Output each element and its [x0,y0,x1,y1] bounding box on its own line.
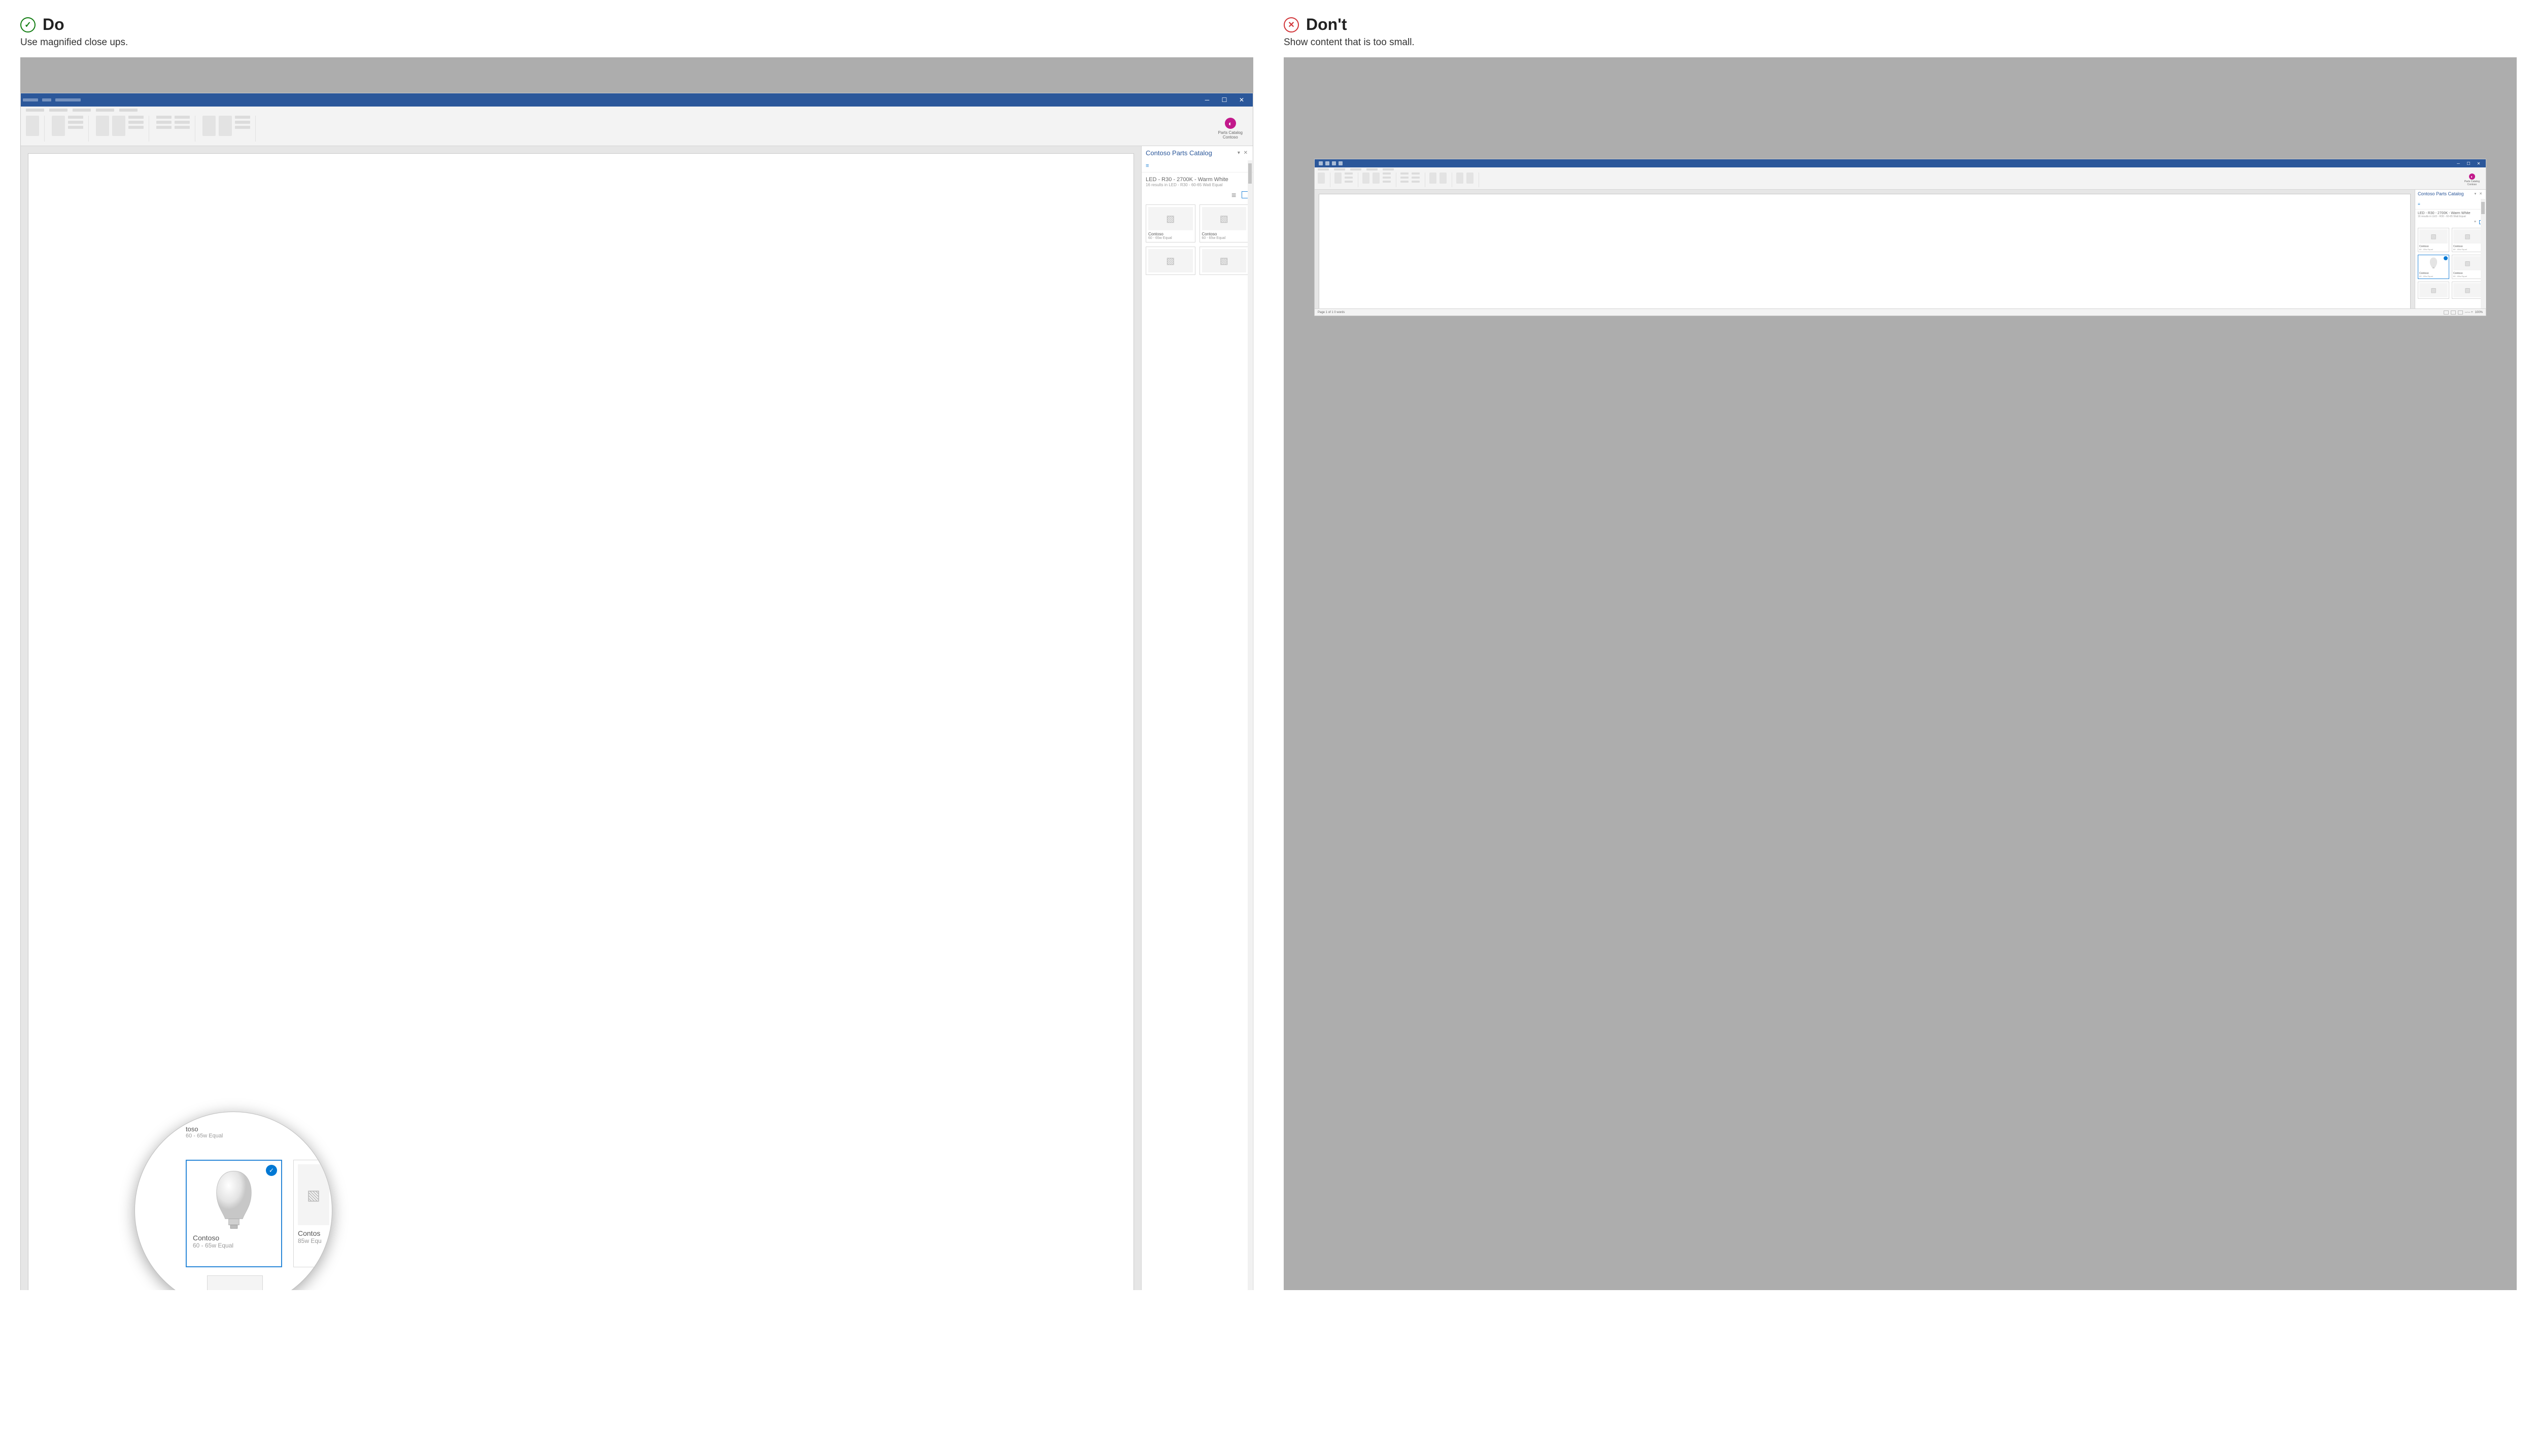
window-controls[interactable]: ─ ☐ ✕ [2455,161,2484,166]
image-placeholder-icon: ▧ [1202,249,1247,272]
minimize-icon[interactable]: ─ [2455,161,2461,166]
product-card[interactable]: ▧ [2452,282,2483,299]
undo-icon[interactable] [1332,161,1336,165]
search-query: LED - R30 - 2700K - Warm White [2418,212,2483,215]
task-pane: Contoso Parts Catalog ▾ ✕ ≡ LED - R30 - … [1141,146,1253,1290]
close-icon[interactable]: ✕ [2476,161,2482,166]
minimize-icon[interactable]: ─ [1202,96,1212,103]
hamburger-icon[interactable]: ≡ [1146,163,1149,169]
addin-vendor: Contoso [1218,135,1243,140]
product-card-partial [207,1275,263,1290]
search-summary: LED - R30 - 2700K - Warm White 16 result… [2415,210,2486,220]
pane-controls[interactable]: ▾ ✕ [1238,150,1249,156]
product-card[interactable]: ▧Contoso60 - 65w Equal [1146,204,1195,242]
zoom-slider[interactable]: ─◦─ + [2465,311,2473,314]
do-title: Do [43,15,64,34]
search-summary: LED - R30 - 2700K - Warm White 16 result… [1142,172,1253,191]
product-card[interactable]: ▧ [1146,247,1195,275]
scrollbar[interactable] [1248,160,1252,1290]
dont-title: Don't [1306,15,1347,34]
titlebar: ─ ☐ ✕ [1315,159,2486,167]
view-mode-icon[interactable] [2444,310,2449,315]
image-placeholder-icon: ▧ [2453,256,2482,270]
maximize-icon[interactable]: ☐ [2465,161,2472,166]
cross-icon: ✕ [1284,17,1299,32]
document-area[interactable] [21,146,1141,1290]
search-query: LED - R30 - 2700K - Warm White [1146,177,1249,183]
product-card[interactable]: ▧ [1199,247,1249,275]
dont-subtitle: Show content that is too small. [1284,37,2517,48]
search-results-count: 16 results in LED - R30 - 60-65 Watt Equ… [1146,183,1249,187]
status-left: Page 1 of 1 0 words [1318,311,1345,314]
product-card-partial: toso 60 - 65w Equal [186,1125,223,1139]
addin-ribbon-button[interactable]: ◐ Parts Catalog Contoso [2461,172,2483,187]
do-example-stage: ─ ☐ ✕ [20,57,1253,1290]
scrollbar[interactable] [2481,199,2485,311]
product-spec: 60 - 65w Equal [193,1242,275,1249]
checkmark-icon: ✓ [20,17,36,32]
word-window: ─ ☐ ✕ [20,93,1253,1290]
image-placeholder-icon: ▧ [1148,249,1193,272]
dont-header: ✕ Don't [1284,15,2517,34]
search-results-count: 16 results in LED - R30 - 60-65 Watt Equ… [2418,215,2483,218]
view-mode-icon[interactable] [2458,310,2463,315]
pane-title: Contoso Parts Catalog [2418,191,2464,196]
product-card-selected[interactable]: Contoso60 - 65w Equal [2418,255,2449,279]
image-placeholder-icon: ▧ [2419,283,2448,297]
document-area[interactable] [1315,190,2415,316]
titlebar: ─ ☐ ✕ [21,93,1253,107]
product-card-selected[interactable]: ✓ Contoso 60 - 65w Equal [186,1160,282,1267]
list-view-icon[interactable]: ≡ [2474,220,2476,224]
ribbon: ◐ Parts Catalog Contoso [21,107,1253,146]
lightbulb-icon: ◐ [1225,118,1236,129]
zoom-level: 100% [2475,311,2483,314]
product-card[interactable]: ▧Contoso60 - 65w Equal [1199,204,1249,242]
image-placeholder-icon: ▧ [1202,207,1247,230]
magnifier-lens: toso 60 - 65w Equal ✓ [134,1112,332,1290]
do-column: ✓ Do Use magnified close ups. ─ ☐ ✕ [20,15,1253,1290]
window-controls[interactable]: ─ ☐ ✕ [1202,96,1251,103]
document-page [1319,194,2411,311]
do-subtitle: Use magnified close ups. [20,37,1253,48]
dont-column: ✕ Don't Show content that is too small. … [1284,15,2517,1290]
selected-check-icon [2444,256,2448,260]
product-card-partial[interactable]: ▧ Contos 85w Equ [293,1160,332,1267]
list-view-icon[interactable]: ≡ [1231,191,1239,198]
pane-title: Contoso Parts Catalog [1146,149,1212,157]
status-bar: Page 1 of 1 0 words ─◦─ + 100% [1315,308,2486,316]
ribbon: ◐ Parts Catalog Contoso [1315,167,2486,190]
product-card[interactable]: ▧Contoso60 - 65w Equal [2452,255,2483,279]
image-placeholder-icon: ▧ [1148,207,1193,230]
image-placeholder-icon: ▧ [2453,229,2482,244]
addin-name: Parts Catalog [1218,130,1243,135]
addin-vendor: Contoso [2464,183,2480,186]
task-pane: Contoso Parts Catalog ▾ ✕ ≡ LED - R30 - … [2415,190,2486,316]
redo-icon[interactable] [1339,161,1343,165]
image-placeholder-icon: ▧ [298,1164,329,1225]
pane-controls[interactable]: ▾ ✕ [2475,192,2483,196]
view-mode-icon[interactable] [2451,310,2456,315]
maximize-icon[interactable]: ☐ [1219,96,1229,103]
image-placeholder-icon: ▧ [2453,283,2482,297]
save-icon[interactable] [1325,161,1329,165]
word-window: ─ ☐ ✕ [1314,159,2486,316]
bulb-image [211,1169,257,1230]
product-spec: 85w Equ [298,1237,329,1244]
product-name: Contos [298,1229,329,1237]
hamburger-icon[interactable]: ≡ [2418,202,2420,206]
close-icon[interactable]: ✕ [1237,96,1247,103]
lightbulb-icon: ◐ [2469,174,2475,180]
product-card[interactable]: ▧Contoso60 - 65w Equal [2418,228,2449,252]
product-name: Contoso [193,1234,275,1242]
product-card[interactable]: ▧ [2418,282,2449,299]
image-placeholder-icon: ▧ [2419,229,2448,244]
addin-ribbon-button[interactable]: ◐ Parts Catalog Contoso [1213,116,1248,142]
app-icon [1319,161,1323,165]
selected-check-icon: ✓ [266,1165,277,1176]
do-header: ✓ Do [20,15,1253,34]
product-card[interactable]: ▧Contoso60 - 65w Equal [2452,228,2483,252]
dont-example-stage: ─ ☐ ✕ [1284,57,2517,1290]
workspace: Contoso Parts Catalog ▾ ✕ ≡ LED - R30 - … [1315,190,2486,316]
